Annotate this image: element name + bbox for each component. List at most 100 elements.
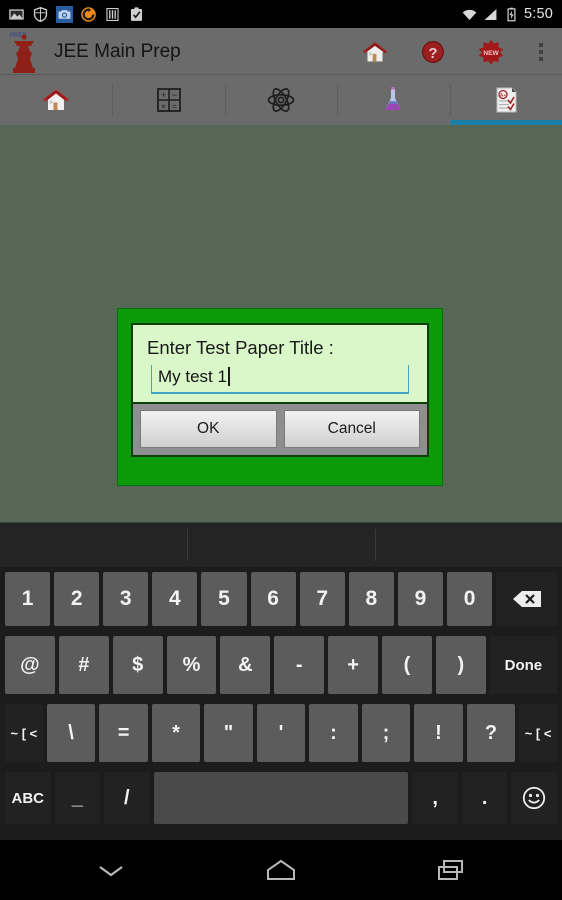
- tab-mathematics[interactable]: + − × =: [112, 75, 224, 125]
- svg-text:?: ?: [428, 45, 437, 62]
- key-1[interactable]: 1: [5, 572, 51, 626]
- nav-recents[interactable]: [416, 840, 486, 900]
- home-action-button[interactable]: [346, 28, 404, 75]
- atom-icon: [267, 88, 295, 112]
- key-exclamation[interactable]: !: [414, 704, 463, 762]
- key-percent[interactable]: %: [166, 636, 217, 694]
- home-icon: [43, 89, 70, 110]
- key-question[interactable]: ?: [466, 704, 516, 762]
- suggestion-slot-2[interactable]: [187, 523, 374, 567]
- home-icon: [362, 41, 388, 61]
- tab-chemistry[interactable]: [337, 75, 449, 125]
- cancel-button[interactable]: Cancel: [283, 410, 420, 448]
- key-dollar[interactable]: $: [112, 636, 163, 694]
- camera-icon: [56, 5, 73, 23]
- content-area: Enter Test Paper Title : My test 1 OK Ca…: [0, 125, 562, 522]
- key-paren-open[interactable]: (: [382, 636, 432, 694]
- backspace-key[interactable]: [496, 572, 557, 626]
- key-equals[interactable]: =: [99, 704, 148, 762]
- recents-icon: [438, 860, 463, 880]
- key-plus[interactable]: +: [328, 636, 379, 694]
- key-0[interactable]: 0: [446, 572, 493, 626]
- key-4[interactable]: 4: [152, 572, 198, 626]
- svg-text:×: ×: [161, 102, 166, 111]
- suggestion-slot-3[interactable]: [374, 523, 562, 567]
- key-3[interactable]: 3: [103, 572, 149, 626]
- dialog-label: Enter Test Paper Title :: [147, 337, 334, 358]
- key-8[interactable]: 8: [348, 572, 394, 626]
- text-caret: [227, 367, 230, 386]
- bottom-row: ABC _ / , .: [0, 767, 562, 829]
- key-slash[interactable]: /: [104, 772, 150, 824]
- on-screen-keyboard: 1 2 3 4 5 6 7 8 9 0 @ # $ % & - + () Do…: [0, 522, 562, 840]
- dialog-field-area: Enter Test Paper Title : My test 1: [133, 325, 427, 402]
- key-semicolon[interactable]: ;: [361, 704, 411, 762]
- abc-key[interactable]: ABC: [5, 772, 51, 824]
- key-colon[interactable]: :: [309, 704, 358, 762]
- app-title: JEE Main Prep: [54, 40, 181, 62]
- tab-test-papers[interactable]: A+: [449, 75, 562, 125]
- nav-back-hide-keyboard[interactable]: [76, 840, 146, 900]
- status-bar-notification-icons: [0, 5, 145, 23]
- svg-text:−: −: [171, 90, 176, 100]
- symbols-row-2: ~ [ < \ = * " ' : ; ! ? ~ [ <: [0, 699, 562, 767]
- key-ampersand[interactable]: &: [220, 636, 271, 694]
- dialog-button-row: OK Cancel: [133, 402, 427, 455]
- key-hash[interactable]: #: [58, 636, 109, 694]
- signal-icon: [484, 8, 497, 20]
- help-action-button[interactable]: ?: [404, 28, 462, 75]
- done-key[interactable]: Done: [489, 636, 558, 694]
- test-paper-title-input[interactable]: My test 1: [151, 365, 409, 394]
- key-5[interactable]: 5: [201, 572, 247, 626]
- svg-text:NEW: NEW: [483, 49, 499, 56]
- status-bar-clock: 5:50: [523, 6, 553, 22]
- key-comma[interactable]: ,: [412, 772, 458, 824]
- shield-icon: [33, 6, 48, 22]
- key-period[interactable]: .: [461, 772, 508, 824]
- app-bar-actions: ? NEW: [346, 28, 562, 75]
- key-at[interactable]: @: [5, 636, 55, 694]
- key-underscore[interactable]: _: [54, 772, 101, 824]
- flask-icon: [385, 87, 402, 110]
- new-action-button[interactable]: NEW: [462, 28, 520, 75]
- dialog-input-wrapper: My test 1: [147, 365, 413, 394]
- emoji-key[interactable]: [511, 772, 557, 824]
- emoji-icon: [523, 786, 546, 810]
- backspace-icon: [512, 591, 541, 607]
- navigation-bar: [0, 840, 562, 900]
- help-icon: ?: [422, 40, 444, 63]
- calculator-icon: + − × =: [156, 88, 181, 112]
- key-2[interactable]: 2: [54, 572, 100, 626]
- tab-home[interactable]: [0, 75, 112, 125]
- bars-icon: [106, 7, 119, 21]
- key-6[interactable]: 6: [250, 572, 296, 626]
- battery-charging-icon: [507, 7, 516, 21]
- suggestion-strip: [0, 523, 562, 567]
- new-badge-icon: NEW: [478, 39, 504, 65]
- screenshot-icon: [9, 8, 24, 20]
- tab-physics[interactable]: [224, 75, 337, 125]
- device-screen: 5:50 PREP JEE Main Prep ? NEW + − × = A+…: [0, 0, 562, 900]
- space-key[interactable]: [153, 772, 409, 824]
- chevron-down-icon: [99, 866, 123, 877]
- key-paren-close[interactable]: ): [435, 636, 486, 694]
- test-paper-title-value: My test 1: [158, 367, 227, 386]
- key-9[interactable]: 9: [397, 572, 443, 626]
- key-asterisk[interactable]: *: [151, 704, 201, 762]
- nav-home[interactable]: [246, 840, 316, 900]
- key-hyphen[interactable]: -: [274, 636, 325, 694]
- key-backslash[interactable]: \: [46, 704, 96, 762]
- status-bar: 5:50: [0, 0, 562, 28]
- alt-symbols-key-right[interactable]: ~ [ <: [519, 704, 557, 762]
- status-bar-system-icons: 5:50: [461, 6, 562, 23]
- key-7[interactable]: 7: [299, 572, 345, 626]
- clipboard-check-icon: [130, 6, 143, 21]
- suggestion-slot-1[interactable]: [0, 523, 187, 567]
- overflow-menu-icon[interactable]: [520, 28, 562, 75]
- home-pentagon-icon: [267, 859, 295, 880]
- alt-symbols-key-left[interactable]: ~ [ <: [5, 704, 43, 762]
- key-quote-double[interactable]: ": [204, 704, 253, 762]
- test-paper-title-dialog: Enter Test Paper Title : My test 1 OK Ca…: [117, 308, 443, 486]
- ok-button[interactable]: OK: [140, 410, 277, 448]
- key-quote-single[interactable]: ': [256, 704, 306, 762]
